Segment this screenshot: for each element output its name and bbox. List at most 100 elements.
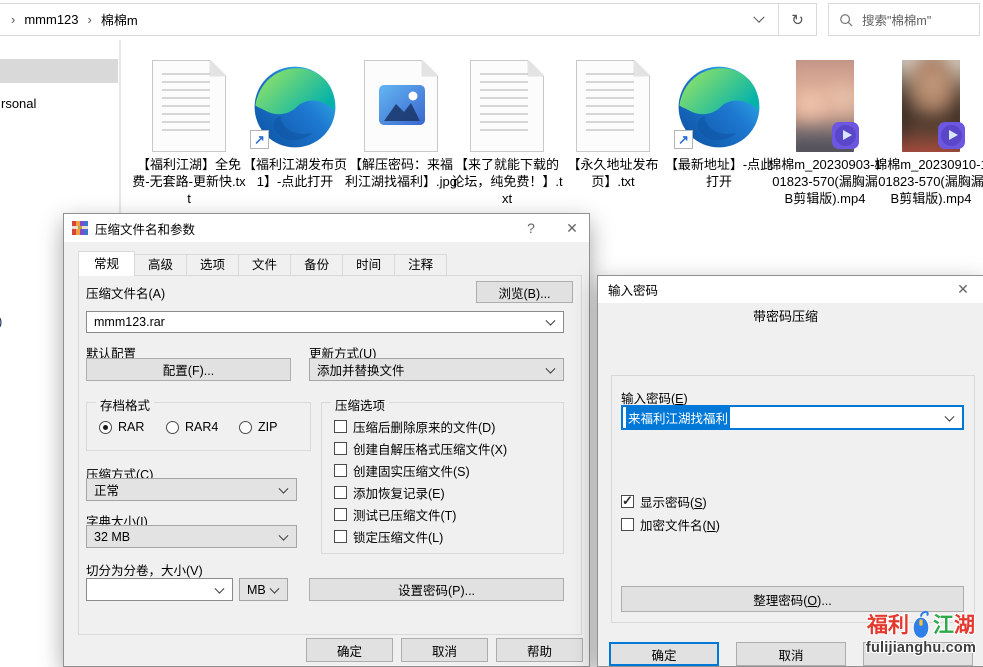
refresh-icon: ↻ [791, 11, 804, 29]
tab-comment[interactable]: 注释 [395, 254, 447, 276]
site-watermark: 福 利 江 湖 fulijianghu.com [856, 608, 983, 656]
file-name: 【福利江湖发布页1】-点此打开 [238, 156, 352, 190]
chevron-down-icon [546, 316, 556, 326]
image-file-icon [364, 60, 438, 152]
watermark-char: 江 [933, 609, 954, 639]
browse-button[interactable]: 浏览(B)... [476, 281, 573, 303]
file-name: 【永久地址发布页】.txt [556, 156, 670, 190]
archiving-with-password-label: 带密码压缩 [598, 306, 973, 325]
cancel-button[interactable]: 取消 [736, 642, 846, 666]
close-icon[interactable]: ✕ [555, 214, 589, 242]
checkbox-recovery-record[interactable]: 添加恢复记录(E) [334, 483, 445, 502]
split-size-combobox[interactable] [86, 578, 233, 601]
help-button[interactable]: 帮助 [496, 638, 583, 662]
shortcut-arrow-icon: ↗ [250, 130, 269, 149]
play-icon [938, 122, 965, 149]
help-button[interactable]: ? [514, 214, 548, 242]
file-list: 【福利江湖】全免费-无套路-更新快.txt ↗ 【福利江湖发布页1】-点此打开 … [136, 56, 983, 207]
radio-zip[interactable]: ZIP [239, 420, 277, 434]
tab-strip: 常规 高级 选项 文件 备份 时间 注释 [78, 253, 447, 276]
split-unit-select[interactable]: MB [239, 578, 288, 601]
radio-rar4[interactable]: RAR4 [166, 420, 218, 434]
tab-general[interactable]: 常规 [78, 251, 135, 276]
watermark-char: 湖 [954, 609, 975, 639]
set-password-button[interactable]: 设置密码(P)... [309, 578, 564, 601]
checkbox-icon [334, 508, 347, 521]
file-item[interactable]: 【永久地址发布页】.txt [560, 56, 666, 207]
file-item[interactable]: ↗ 【福利江湖发布页1】-点此打开 [242, 56, 348, 207]
sidebar-selection-highlight[interactable] [0, 59, 118, 83]
file-name: 【来了就能下载的论坛，纯免费！】.txt [450, 156, 564, 207]
tab-time[interactable]: 时间 [343, 254, 395, 276]
breadcrumb-item-mmm123[interactable]: mmm123 [24, 12, 78, 27]
txt-file-icon [576, 60, 650, 152]
tab-advanced[interactable]: 高级 [135, 254, 187, 276]
txt-file-icon [470, 60, 544, 152]
archive-name-label: 压缩文件名(A) [86, 283, 165, 302]
checkbox-lock[interactable]: 锁定压缩文件(L) [334, 527, 443, 546]
breadcrumb-item-mianmianm[interactable]: 棉棉m [101, 10, 138, 29]
radio-rar[interactable]: RAR [99, 420, 144, 434]
checkbox-show-password[interactable]: 显示密码(S) [621, 492, 707, 511]
file-item[interactable]: 【福利江湖】全免费-无套路-更新快.txt [136, 56, 242, 207]
file-name: 【解压密码：来福利江湖找福利】.jpg [344, 156, 458, 190]
checkbox-delete-files[interactable]: 压缩后删除原来的文件(D) [334, 417, 495, 436]
checkbox-icon [334, 420, 347, 433]
radio-icon [166, 421, 179, 434]
file-item[interactable]: 【解压密码：来福利江湖找福利】.jpg [348, 56, 454, 207]
tab-files[interactable]: 文件 [239, 254, 291, 276]
tab-backup[interactable]: 备份 [291, 254, 343, 276]
tab-options[interactable]: 选项 [187, 254, 239, 276]
file-name: 【福利江湖】全免费-无套路-更新快.txt [132, 156, 246, 207]
checkbox-icon [334, 464, 347, 477]
search-placeholder: 搜索"棉棉m" [862, 10, 931, 29]
watermark-char: 福 [867, 609, 888, 639]
file-item[interactable]: 棉棉m_20230910-101823-570(漏胸漏B剪辑版).mp4 [878, 56, 983, 207]
chevron-down-icon [279, 530, 289, 540]
search-icon [839, 13, 853, 27]
watermark-char: 利 [888, 609, 909, 639]
chevron-down-icon [546, 363, 556, 373]
file-item[interactable]: 棉棉m_20230903-101823-570(漏胸漏B剪辑版).mp4 [772, 56, 878, 207]
ok-button[interactable]: 确定 [306, 638, 393, 662]
file-name: 棉棉m_20230910-101823-570(漏胸漏B剪辑版).mp4 [874, 156, 983, 207]
breadcrumb[interactable]: › mmm123 › 棉棉m [0, 10, 740, 29]
search-input[interactable]: 搜索"棉棉m" [828, 3, 980, 36]
file-name: 【最新地址】-点此打开 [662, 156, 776, 190]
dictionary-size-select[interactable]: 32 MB [86, 525, 297, 548]
checkbox-test[interactable]: 测试已压缩文件(T) [334, 505, 456, 524]
sidebar-item-personal[interactable]: rsonal [1, 96, 36, 111]
dialog-titlebar: 输入密码 ✕ [598, 276, 983, 303]
password-input[interactable]: 来福利江湖找福利 [621, 405, 964, 430]
selected-password-text: 来福利江湖找福利 [626, 407, 730, 428]
update-mode-select[interactable]: 添加并替换文件 [309, 358, 564, 381]
checkbox-sfx[interactable]: 创建自解压格式压缩文件(X) [334, 439, 507, 458]
watermark-domain: fulijianghu.com [856, 640, 983, 656]
play-icon [832, 122, 859, 149]
checkbox-checked-icon [621, 495, 634, 508]
compression-method-select[interactable]: 正常 [86, 478, 297, 501]
truncated-desktop-text: ) [0, 314, 2, 329]
dialog-title: 压缩文件名和参数 [95, 219, 195, 238]
address-dropdown-button[interactable] [740, 4, 778, 35]
winrar-icon [72, 220, 88, 236]
checkbox-icon [334, 530, 347, 543]
checkbox-encrypt-filenames[interactable]: 加密文件名(N) [621, 515, 720, 534]
txt-file-icon [152, 60, 226, 152]
shortcut-arrow-icon: ↗ [674, 130, 693, 149]
ok-button[interactable]: 确定 [609, 642, 719, 666]
chevron-right-icon: › [11, 12, 15, 27]
file-item[interactable]: ↗ 【最新地址】-点此打开 [666, 56, 772, 207]
profiles-button[interactable]: 配置(F)... [86, 358, 291, 381]
checkbox-icon [621, 518, 634, 531]
checkbox-solid[interactable]: 创建固实压缩文件(S) [334, 461, 470, 480]
checkbox-icon [334, 486, 347, 499]
refresh-button[interactable]: ↻ [778, 4, 816, 35]
file-item[interactable]: 【来了就能下载的论坛，纯免费！】.txt [454, 56, 560, 207]
archive-name-combobox[interactable]: mmm123.rar [86, 311, 564, 333]
close-icon[interactable]: ✕ [943, 276, 983, 303]
address-bar[interactable]: › mmm123 › 棉棉m ↻ [0, 3, 817, 36]
cancel-button[interactable]: 取消 [401, 638, 488, 662]
file-name: 棉棉m_20230903-101823-570(漏胸漏B剪辑版).mp4 [768, 156, 882, 207]
chevron-down-icon [753, 11, 764, 22]
